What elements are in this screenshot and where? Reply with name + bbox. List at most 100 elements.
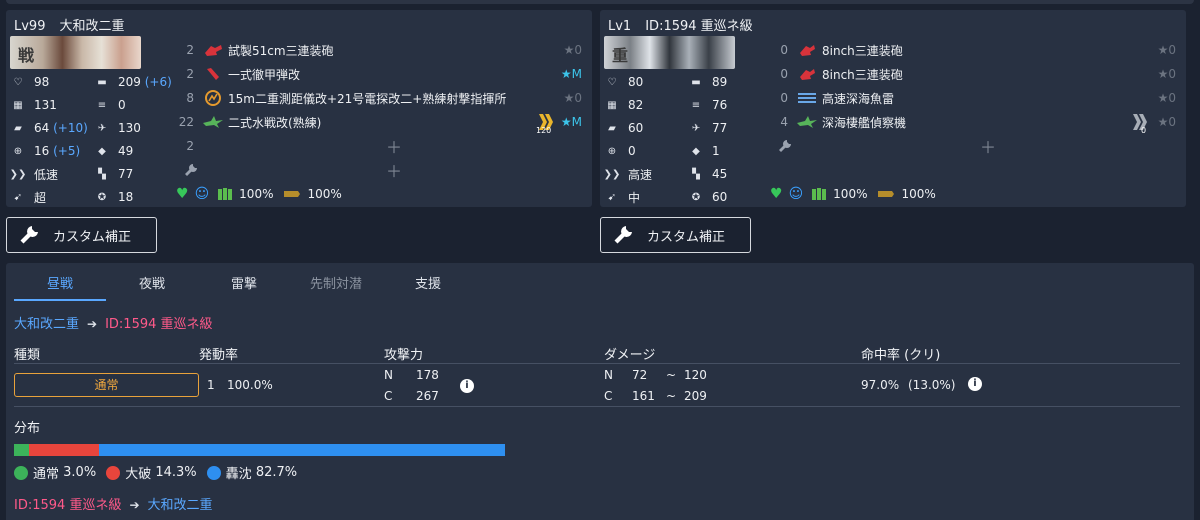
power-n-label: N <box>384 368 393 382</box>
equip-name: 15m二重測距儀改+21号電探改二+熟練射撃指揮所 <box>228 91 507 106</box>
stat-speed: 低速 <box>34 167 59 182</box>
slot-count: 22 <box>178 115 194 129</box>
defender-panel: Lv1 ID:1594 重巡ネ級 重 ♡ 80 ▬ 89 ▦ 82 ≡ 76 ▰ 60 ✈ 7… <box>600 10 1186 207</box>
stat-row: ♡ 80 ▬ 89 <box>606 72 766 92</box>
equip-slot[interactable]: 2 一式徹甲弾改 ★M <box>176 62 586 86</box>
blue-dot-icon <box>206 465 221 480</box>
power-info-icon[interactable]: i <box>460 379 474 393</box>
equip-slot-expansion[interactable]: ＋ <box>176 158 586 182</box>
torpedo-equip-icon <box>796 90 818 106</box>
firepower-icon: ▬ <box>691 76 701 88</box>
tab-torpedo[interactable]: 雷撃 <box>198 273 290 301</box>
equip-slot[interactable]: 8 15m二重測距儀改+21号電探改二+熟練射撃指揮所 ★0 <box>176 86 586 110</box>
improvement-level: ★0 <box>1157 91 1176 105</box>
stat-row: ❯❯ 低速 ▚ 77 <box>10 164 172 184</box>
slot-count: 0 <box>780 67 788 81</box>
custom-correction-label: カスタム補正 <box>53 229 132 245</box>
proficiency-icon: 0 <box>1128 112 1150 135</box>
green-dot-icon <box>14 465 28 480</box>
distribution-bar <box>14 444 505 456</box>
aa-icon: ✈ <box>97 122 107 134</box>
stat-hp: 80 <box>628 75 644 89</box>
attacker-header: Lv99 大和改二重 <box>14 15 125 34</box>
attack-type-badge[interactable]: 通常 <box>14 373 199 397</box>
route-to: ID:1594 重巡ネ級 <box>105 317 213 332</box>
improvement-level: ★0 <box>563 91 582 105</box>
tab-support[interactable]: 支援 <box>382 273 474 301</box>
proficiency-value: 0 <box>1141 126 1146 134</box>
attacker-banner-image[interactable]: 戦 <box>10 36 141 69</box>
equip-slot-expansion[interactable]: ＋ <box>770 134 1180 158</box>
distribution-segment <box>98 444 505 456</box>
large-gun-icon <box>202 42 224 58</box>
header-damage: ダメージ <box>604 348 656 363</box>
stat-accuracy-mod: (+5) <box>53 144 81 158</box>
equip-slot[interactable]: 0 高速深海魚雷 ★0 <box>770 86 1180 110</box>
attacker-level: Lv99 <box>14 19 46 34</box>
power-c-label: C <box>384 389 393 403</box>
route-from: ID:1594 重巡ネ級 <box>14 498 122 513</box>
equip-slot[interactable]: 22 二式水戦改(熟練) 120 ★M <box>176 110 586 135</box>
tab-day-battle[interactable]: 昼戦 <box>14 273 106 301</box>
hit-info-icon[interactable]: i <box>968 377 982 391</box>
slot-count: 2 <box>186 139 194 153</box>
luck-icon: ✪ <box>97 191 107 203</box>
attacker-custom-correction-button[interactable]: カスタム補正 <box>6 217 157 253</box>
equip-slot[interactable]: 4 深海棲艦偵察機 0 ★0 <box>770 110 1180 135</box>
fuel-icon <box>812 188 827 200</box>
distribution-segment <box>14 444 29 456</box>
stat-accuracy: 0 <box>628 144 636 158</box>
header-rate: 発動率 <box>199 348 239 363</box>
add-equip-icon[interactable]: ＋ <box>386 134 402 158</box>
route-defender-to-attacker: ID:1594 重巡ネ級 ➔ 大和改二重 <box>14 494 213 513</box>
attacker-status: ♥ ☺ 100% 100% <box>176 186 342 202</box>
header-power: 攻撃力 <box>384 348 424 363</box>
red-dot-icon <box>106 465 121 480</box>
header-type: 種類 <box>14 348 41 363</box>
equip-name: 二式水戦改(熟練) <box>228 115 322 130</box>
fuel-icon <box>218 188 233 200</box>
equip-name: 一式徹甲弾改 <box>228 67 301 82</box>
damage-n-label: N <box>604 368 613 382</box>
range-icon: ➹ <box>607 191 617 203</box>
slot-count: 0 <box>780 43 788 57</box>
asw-icon: ◆ <box>692 145 700 157</box>
improvement-level: ★M <box>560 115 582 129</box>
arrow-right-icon: ➔ <box>87 317 98 331</box>
equip-name: 高速深海魚雷 <box>822 91 895 106</box>
ap-shell-icon <box>202 66 224 82</box>
legend-value: 3.0% <box>63 465 97 480</box>
add-equip-icon[interactable]: ＋ <box>386 158 402 182</box>
equip-slot[interactable]: 0 8inch三連装砲 ★0 <box>770 62 1180 86</box>
distribution-legend: 通常 3.0% 大破 14.3% 轟沈 82.7% <box>14 463 307 482</box>
custom-correction-label: カスタム補正 <box>647 229 726 245</box>
equip-slot[interactable]: 0 8inch三連装砲 ★0 <box>770 38 1180 62</box>
distribution-label: 分布 <box>14 421 41 436</box>
legend-item-heavy-damage: 大破 14.3% <box>106 463 197 482</box>
accuracy-icon: ⊕ <box>13 145 23 157</box>
stat-torpedo: 76 <box>712 98 728 112</box>
defender-custom-correction-button[interactable]: カスタム補正 <box>600 217 751 253</box>
tab-opening-asw[interactable]: 先制対潜 <box>290 273 382 301</box>
morale-heart-icon: ♥ <box>176 186 189 202</box>
stat-row: ❯❯ 高速 ▚ 45 <box>604 164 766 184</box>
condition-smile-icon: ☺ <box>788 186 804 202</box>
tab-night-battle[interactable]: 夜戦 <box>106 273 198 301</box>
equip-slot-empty[interactable]: 2 ＋ <box>176 134 586 158</box>
damage-c-label: C <box>604 389 613 403</box>
stat-row: ➹ 中 ✪ 60 <box>606 187 766 207</box>
equip-slot[interactable]: 2 試製51cm三連装砲 ★0 <box>176 38 586 62</box>
ammo-value: 100% <box>901 187 936 201</box>
stat-firepower-mod: (+6) <box>144 75 172 89</box>
stat-range: 中 <box>628 190 641 205</box>
defender-banner-image[interactable]: 重 <box>604 36 735 69</box>
legend-value: 82.7% <box>255 465 298 480</box>
add-equip-icon[interactable]: ＋ <box>980 134 996 158</box>
header-hit: 命中率 (クリ) <box>861 348 941 363</box>
slot-count: 2 <box>186 67 194 81</box>
stat-row: ⊕ 0 ◆ 1 <box>606 141 766 161</box>
stat-row: ▰ 60 ✈ 77 <box>606 118 766 138</box>
ammo-value: 100% <box>307 187 342 201</box>
route-from: 大和改二重 <box>14 317 80 332</box>
legend-name: 通常 <box>33 467 60 482</box>
